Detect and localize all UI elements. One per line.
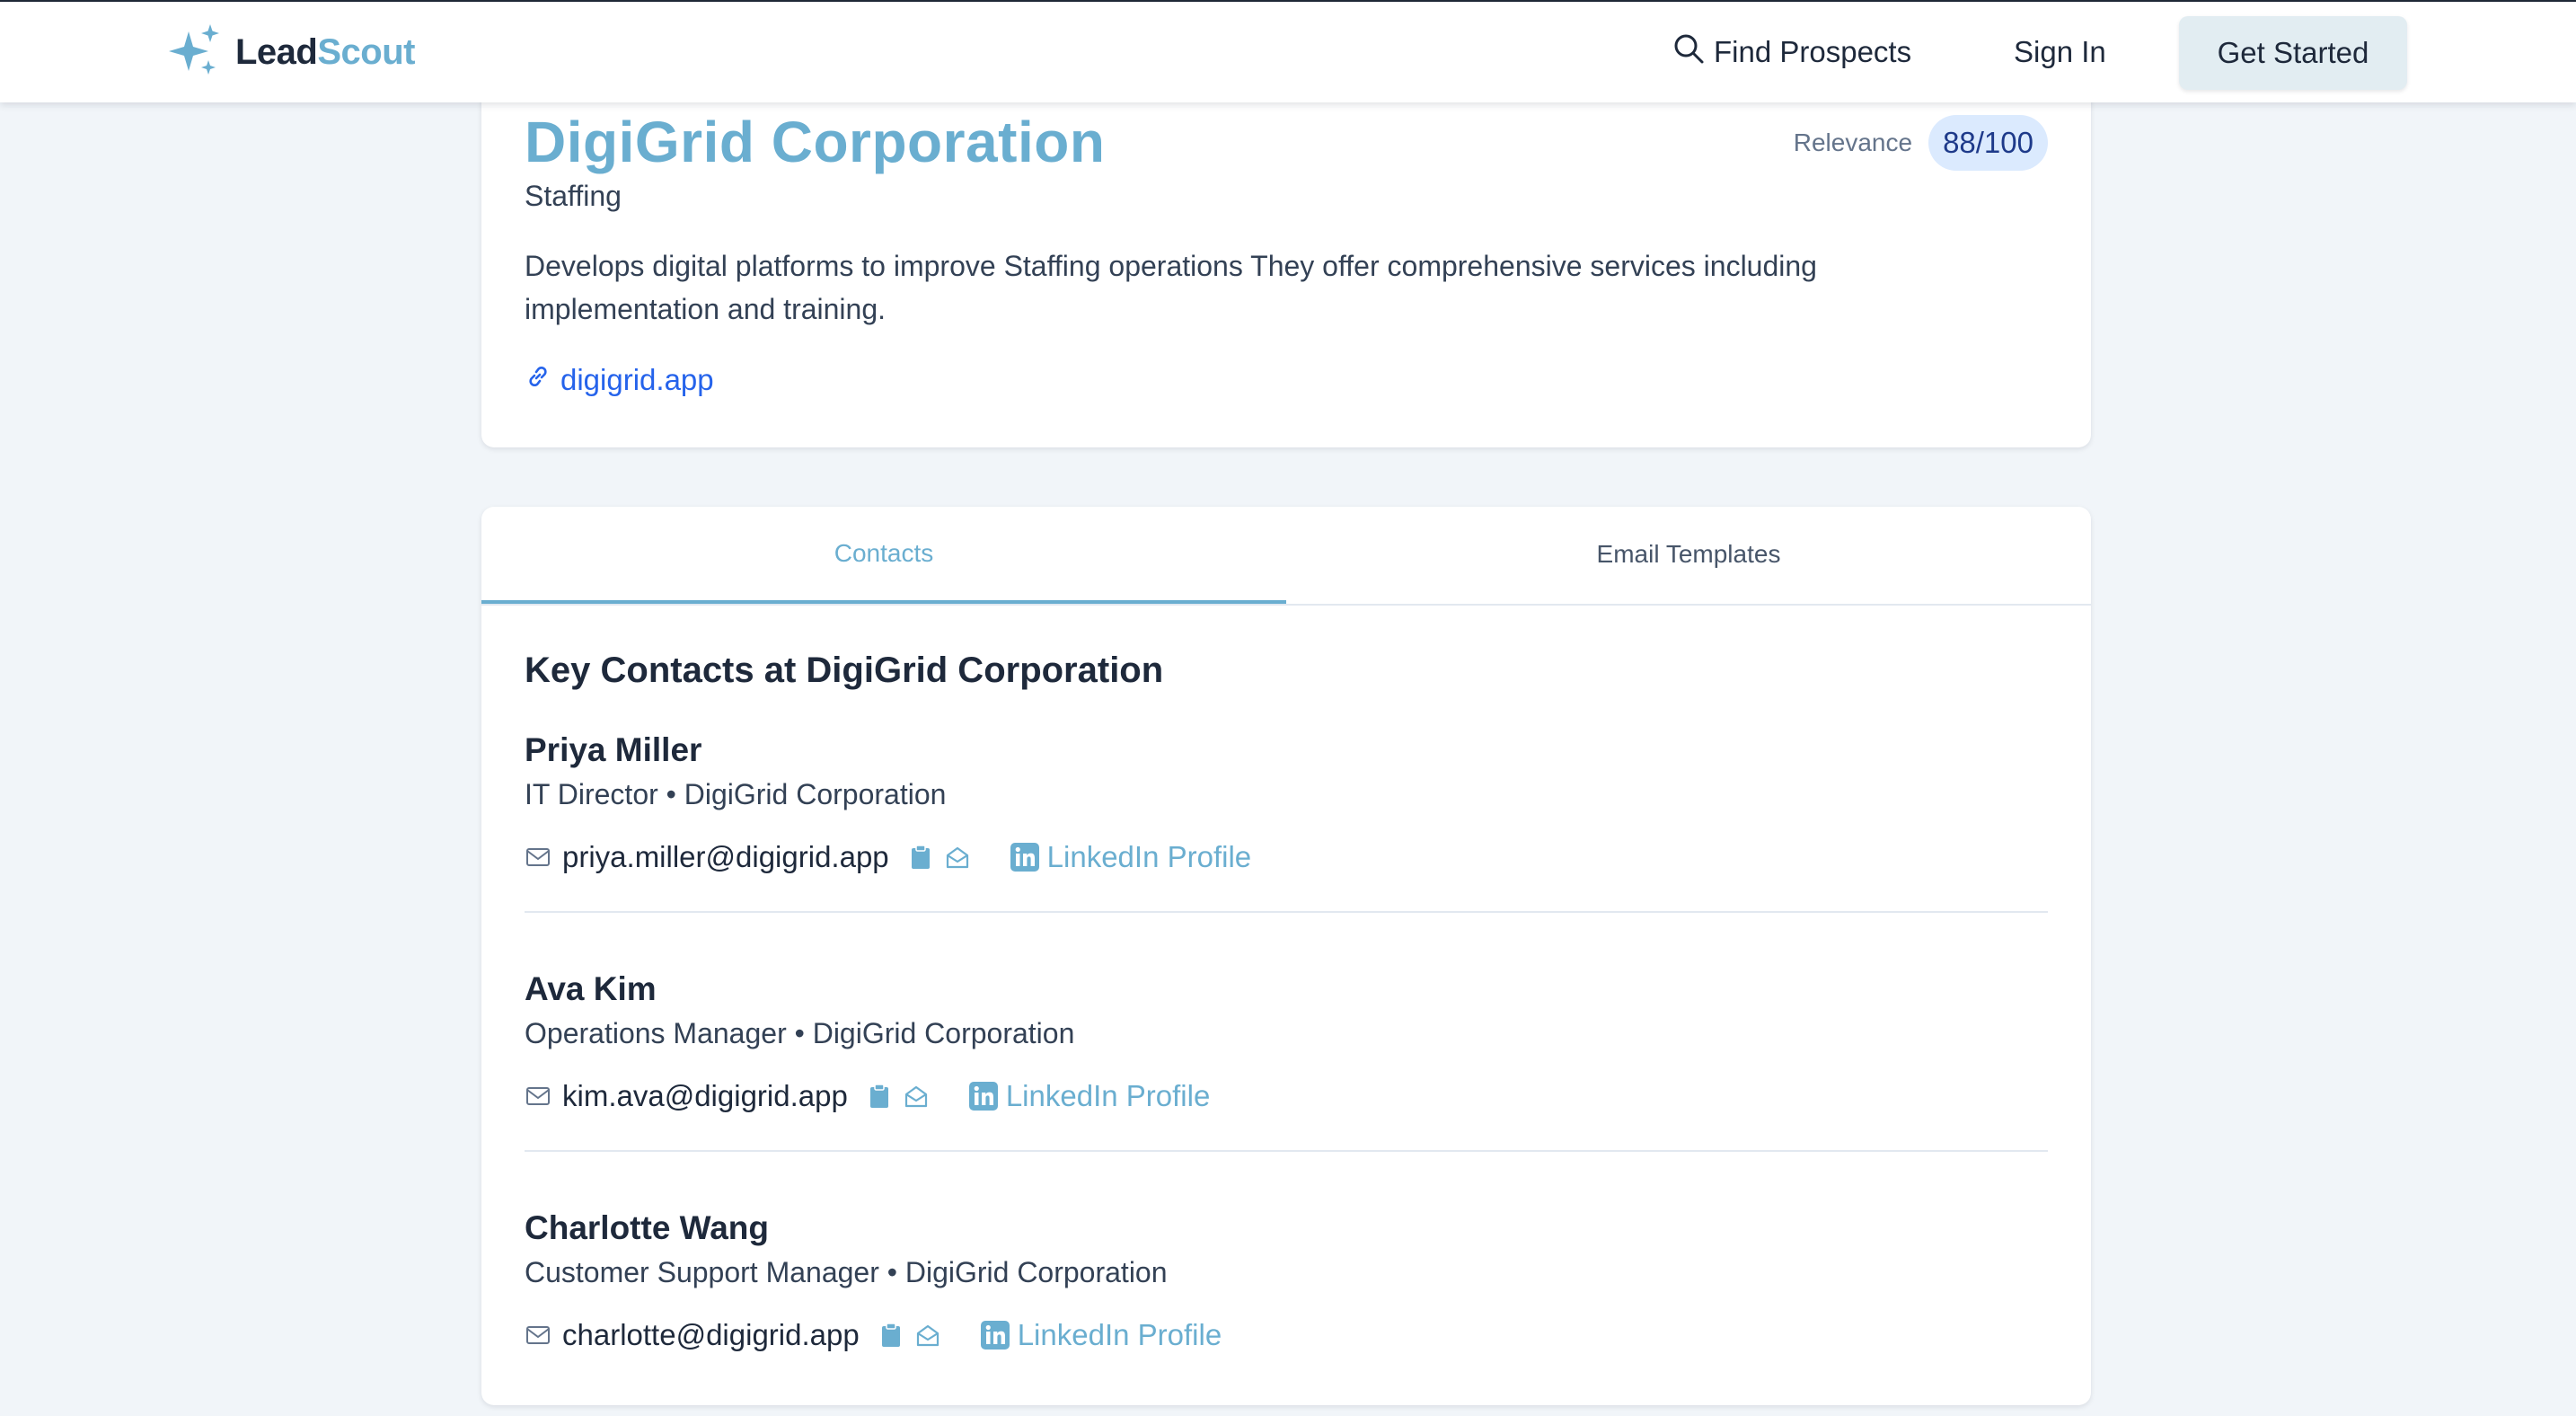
contact-role: Operations Manager • DigiGrid Corporatio… [525,1017,1075,1049]
contact-role: Customer Support Manager • DigiGrid Corp… [525,1256,1168,1288]
sparkles-icon [169,22,225,83]
contact-name: Charlotte Wang [525,1209,770,1246]
brand-name: LeadScout [235,32,415,73]
linkedin-profile-label: LinkedIn Profile [1046,840,1252,873]
mail-icon [525,1322,551,1349]
tab-contacts[interactable]: Contacts [481,507,1286,604]
linkedin-icon [1010,842,1040,872]
linkedin-profile-link[interactable]: LinkedIn Profile [968,1079,1210,1113]
find-prospects-link[interactable]: Find Prospects [1672,29,1911,75]
envelope-open-icon[interactable] [915,1323,940,1348]
linkedin-icon [968,1081,999,1111]
linkedin-profile-link[interactable]: LinkedIn Profile [1010,840,1251,874]
linkedin-profile-label: LinkedIn Profile [1005,1079,1211,1112]
contacts-panel: Contacts Email Templates Key Contacts at… [481,507,2091,1405]
get-started-button[interactable]: Get Started [2179,16,2407,90]
contact-name: Ava Kim [525,970,657,1007]
contact-actions: charlotte@digigrid.app LinkedIn Profile [525,1315,1222,1355]
linkedin-profile-link[interactable]: LinkedIn Profile [980,1318,1222,1352]
envelope-open-icon[interactable] [945,845,970,870]
company-website-text: digigrid.app [560,363,714,396]
contact-email[interactable]: kim.ava@digigrid.app [562,1079,848,1113]
contacts-section-title: Key Contacts at DigiGrid Corporation [525,650,1164,690]
brand-name-scout: Scout [317,31,415,72]
contact-role: IT Director • DigiGrid Corporation [525,778,947,810]
find-prospects-label: Find Prospects [1714,35,1912,68]
sign-in-link[interactable]: Sign In [2014,29,2106,75]
company-name: DigiGrid Corporation [525,110,1106,174]
clipboard-icon[interactable] [879,1322,903,1349]
linkedin-icon [980,1320,1010,1350]
contact-divider [525,1150,2048,1152]
clipboard-icon[interactable] [909,844,932,871]
company-description: Develops digital platforms to improve St… [525,250,1817,325]
mail-icon [525,844,551,871]
brand-name-lead: Lead [235,31,318,72]
contact-actions: kim.ava@digigrid.app LinkedIn Profile [525,1076,1210,1116]
search-icon [1672,32,1714,72]
contact-name: Priya Miller [525,731,702,768]
linkedin-profile-label: LinkedIn Profile [1017,1318,1222,1351]
contact-email[interactable]: charlotte@digigrid.app [562,1318,860,1352]
mail-icon [525,1083,551,1110]
company-industry: Staffing [525,180,622,212]
contact-actions: priya.miller@digigrid.app LinkedIn Profi… [525,837,1251,877]
company-card: DigiGrid Corporation Relevance 88/100 St… [481,54,2091,447]
clipboard-icon[interactable] [868,1083,891,1110]
contact-email[interactable]: priya.miller@digigrid.app [562,840,889,874]
link-icon [525,363,560,397]
tab-email-templates[interactable]: Email Templates [1286,507,2091,602]
relevance-score: Relevance 88/100 [1794,115,2048,171]
top-navbar: LeadScout Find Prospects Sign In Get Sta… [0,2,2576,102]
company-website-link[interactable]: digigrid.app [525,363,714,397]
tab-bar: Contacts Email Templates [481,507,2091,606]
brand-logo[interactable]: LeadScout [169,23,415,79]
contact-divider [525,911,2048,913]
relevance-badge: 88/100 [1928,115,2048,171]
relevance-label: Relevance [1793,128,1913,156]
envelope-open-icon[interactable] [904,1084,929,1109]
